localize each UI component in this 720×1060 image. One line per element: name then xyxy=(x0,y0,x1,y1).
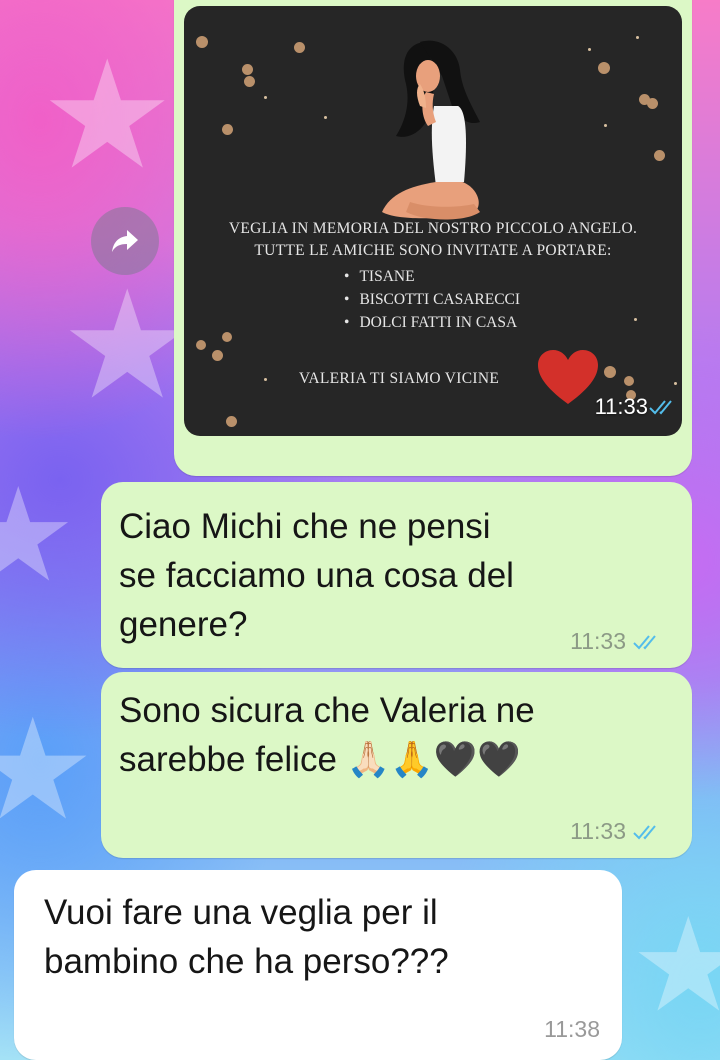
poster-dot xyxy=(226,416,237,427)
poster-dot xyxy=(647,98,658,109)
message-line: se facciamo una cosa del xyxy=(119,556,514,595)
poster-speck xyxy=(636,36,639,39)
poster-speck xyxy=(324,116,327,119)
double-check-icon xyxy=(649,400,672,415)
double-check-icon xyxy=(633,824,656,839)
wallpaper-star: ★ xyxy=(40,31,175,199)
forward-arrow-icon xyxy=(112,230,138,252)
poster-dot xyxy=(244,76,255,87)
message-line: genere? xyxy=(119,605,248,644)
poster-dot xyxy=(242,64,253,75)
vigil-poster-image[interactable]: VEGLIA IN MEMORIA DEL NOSTRO PICCOLO ANG… xyxy=(184,6,682,436)
wallpaper-star: ★ xyxy=(630,892,720,1038)
poster-heading-line1: VEGLIA IN MEMORIA DEL NOSTRO PICCOLO ANG… xyxy=(228,220,638,237)
double-check-icon xyxy=(633,634,656,649)
message-line: Sono sicura che Valeria ne xyxy=(119,691,535,730)
message-line: Ciao Michi che ne pensi xyxy=(119,507,491,546)
red-heart-icon xyxy=(538,350,598,404)
poster-speck xyxy=(588,48,591,51)
poster-list-item: BISCOTTI CASARECCI xyxy=(344,291,520,314)
message-time: 11:33 xyxy=(570,818,626,844)
message-line: bambino che ha perso??? xyxy=(44,942,449,981)
message-time: 11:33 xyxy=(570,628,626,654)
message-meta: 11:33 xyxy=(570,628,662,655)
message-text: Ciao Michi che ne pensi se facciamo una … xyxy=(119,502,514,649)
message-line: Vuoi fare una veglia per il xyxy=(44,893,438,932)
poster-speck xyxy=(604,124,607,127)
poster-dot xyxy=(196,36,208,48)
poster-dot xyxy=(294,42,305,53)
praying-woman-illustration xyxy=(382,40,480,220)
poster-dot xyxy=(222,332,232,342)
wallpaper-star: ★ xyxy=(0,691,96,848)
message-meta: 11:38 xyxy=(544,1016,600,1043)
image-message-bubble[interactable]: VEGLIA IN MEMORIA DEL NOSTRO PICCOLO ANG… xyxy=(174,0,692,476)
poster-list-item: DOLCI FATTI IN CASA xyxy=(344,314,520,337)
poster-dot xyxy=(222,124,233,135)
poster-item-list: TISANE BISCOTTI CASARECCI DOLCI FATTI IN… xyxy=(344,268,520,337)
poster-speck xyxy=(674,382,677,385)
poster-speck xyxy=(264,96,267,99)
poster-speck xyxy=(634,318,637,321)
outgoing-message-bubble[interactable]: Ciao Michi che ne pensi se facciamo una … xyxy=(101,482,692,668)
message-line: sarebbe felice 🙏🏻🙏🖤🖤 xyxy=(119,740,521,779)
message-meta: 11:33 xyxy=(570,818,662,845)
forward-button[interactable] xyxy=(91,207,159,275)
message-text: Vuoi fare una veglia per il bambino che … xyxy=(44,888,449,986)
poster-dot xyxy=(196,340,206,350)
message-time: 11:33 xyxy=(594,394,648,419)
poster-dot xyxy=(598,62,610,74)
poster-dot xyxy=(212,350,223,361)
message-text: Sono sicura che Valeria ne sarebbe felic… xyxy=(119,686,535,784)
poster-list-item: TISANE xyxy=(344,268,520,291)
message-time: 11:38 xyxy=(544,1016,600,1042)
incoming-message-bubble[interactable]: Vuoi fare una veglia per il bambino che … xyxy=(14,870,622,1060)
wallpaper-star: ★ xyxy=(0,462,77,608)
poster-dot xyxy=(654,150,665,161)
outgoing-message-bubble[interactable]: Sono sicura che Valeria ne sarebbe felic… xyxy=(101,672,692,858)
poster-heading-line2: TUTTE LE AMICHE SONO INVITATE A PORTARE: xyxy=(254,242,612,259)
